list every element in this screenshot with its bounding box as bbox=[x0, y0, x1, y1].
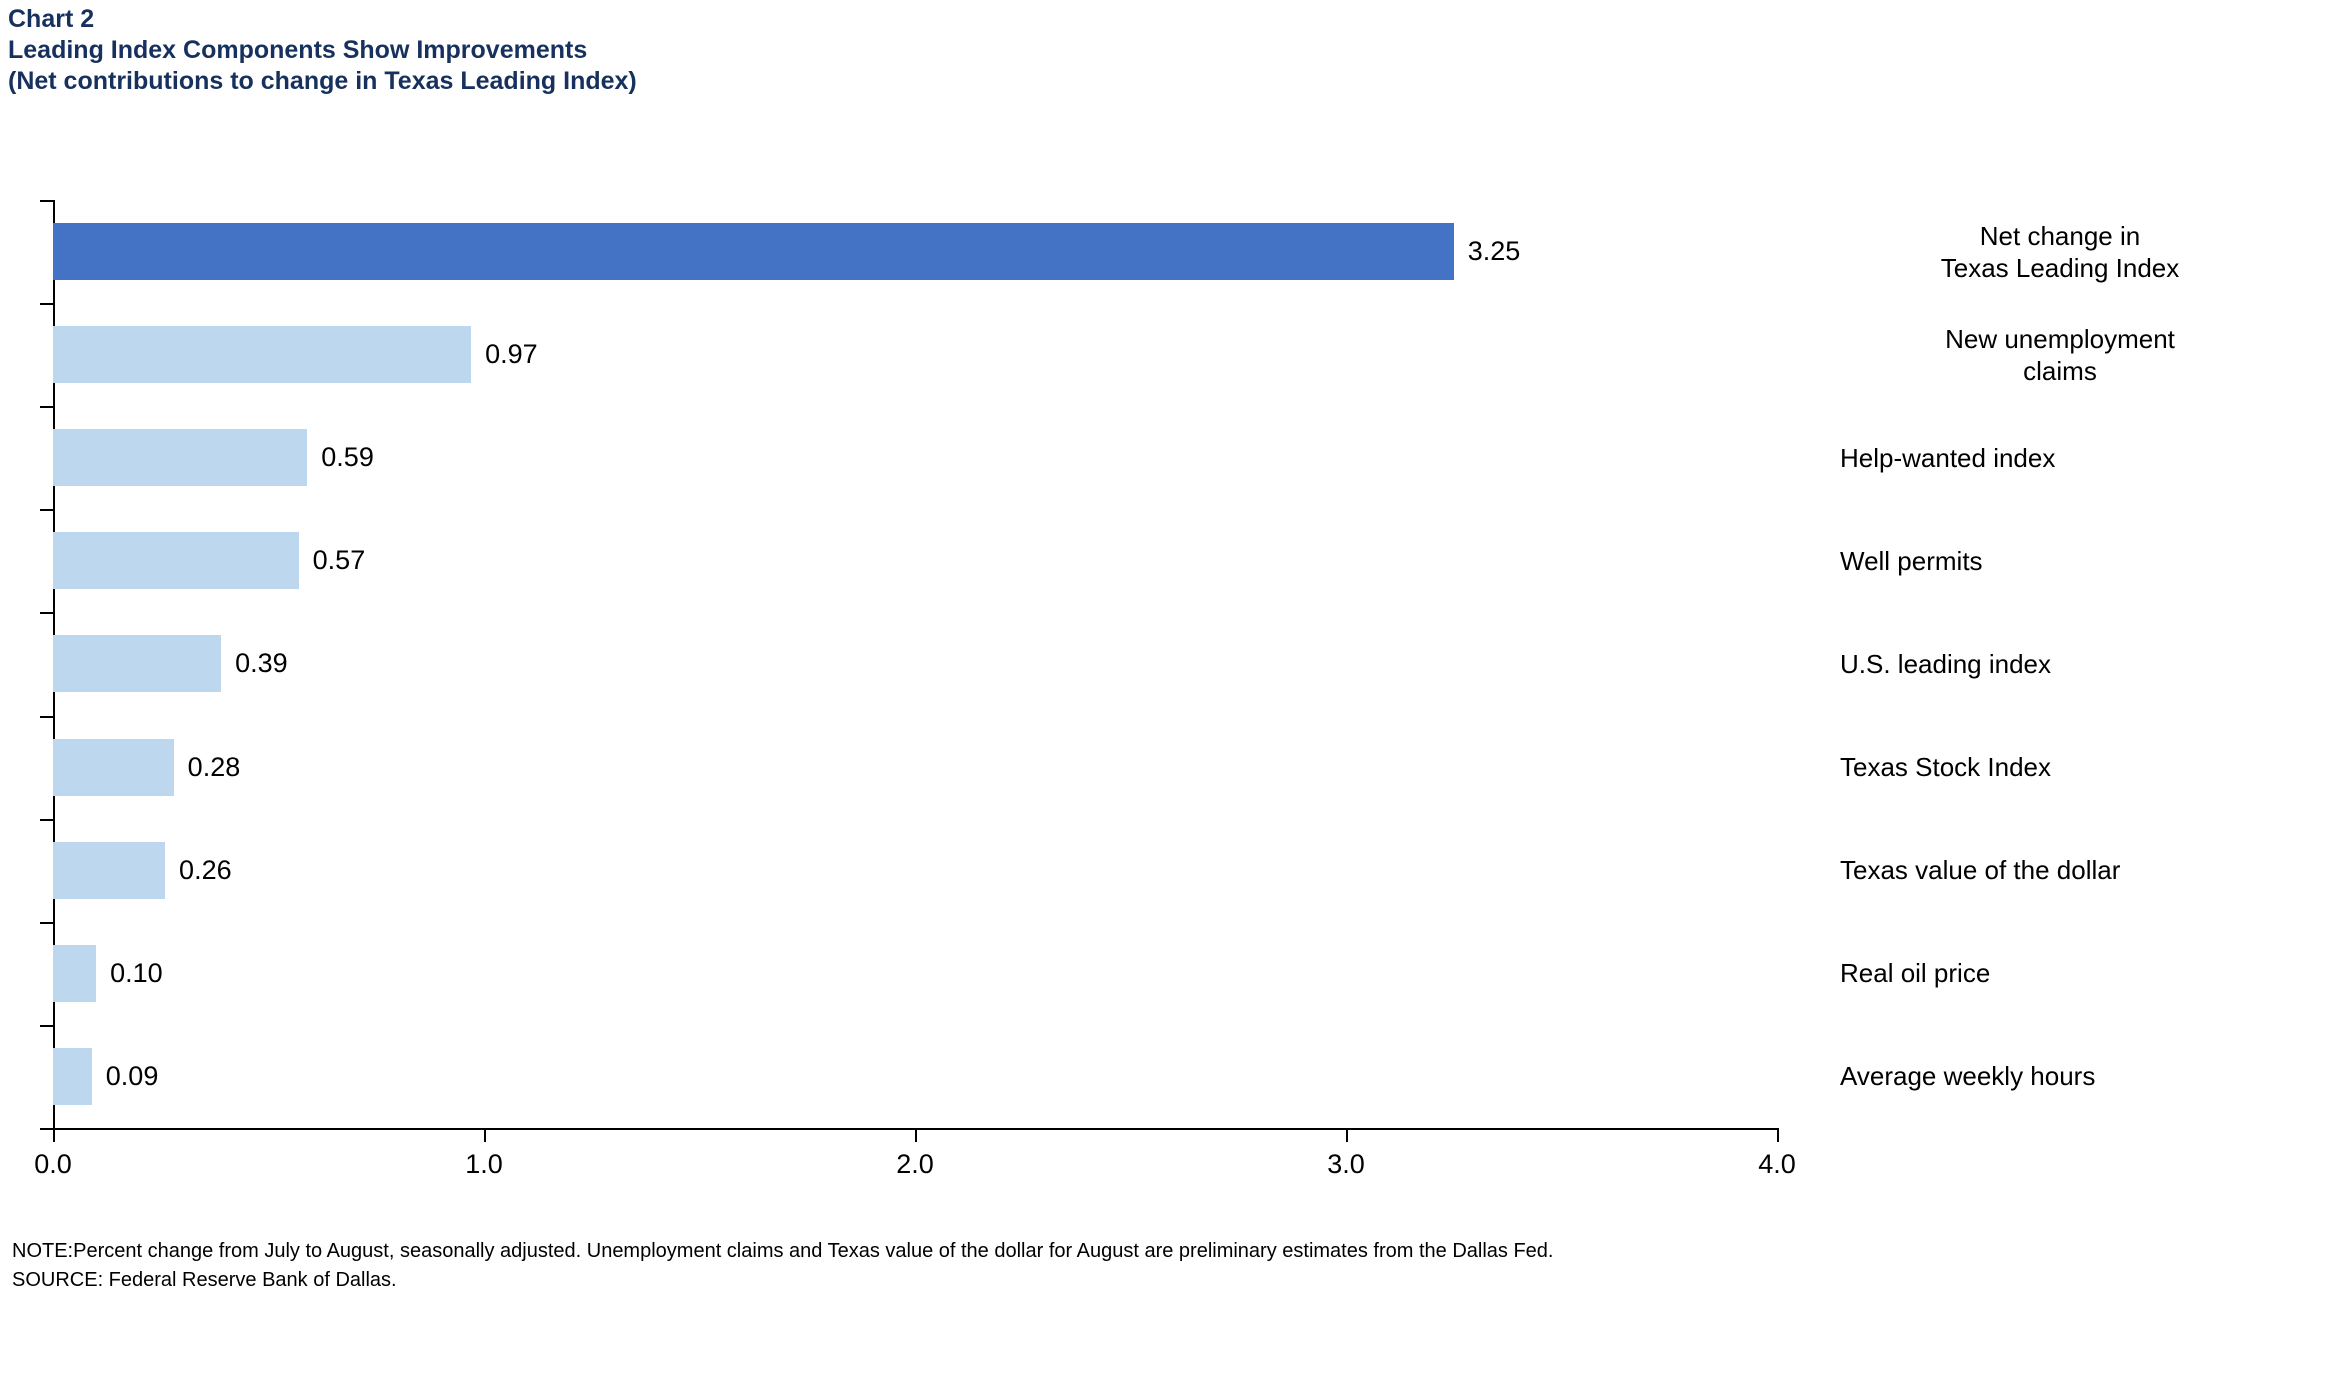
bar-row: 3.25 bbox=[53, 200, 1777, 303]
category-label: Texas value of the dollar bbox=[1840, 854, 2280, 886]
bar-row: 0.57 bbox=[53, 509, 1777, 612]
bar-chart: 0.0 1.0 2.0 3.0 4.0 3.25 0.97 0.59 0.57 0.39 0.28… bbox=[0, 0, 2328, 1375]
y-axis-tick bbox=[40, 921, 53, 924]
bar-value-label: 0.10 bbox=[110, 957, 163, 988]
bar-value-label: 3.25 bbox=[1467, 236, 1521, 266]
bar-row: 0.39 bbox=[53, 612, 1777, 715]
category-label-line: Texas value of the dollar bbox=[1840, 855, 2121, 886]
x-axis-tick-label: 3.0 bbox=[1327, 1149, 1365, 1179]
bar-row: 0.28 bbox=[53, 716, 1777, 819]
category-label-line: claims bbox=[2023, 355, 2097, 386]
y-axis-tick bbox=[40, 818, 53, 821]
x-axis-tick bbox=[53, 1128, 55, 1142]
x-axis-tick-label: 2.0 bbox=[896, 1149, 934, 1179]
bar-value-label: 0.26 bbox=[179, 854, 232, 885]
category-label: Average weekly hours bbox=[1840, 1060, 2280, 1092]
category-label: U.S. leading index bbox=[1840, 648, 2280, 680]
x-axis-tick bbox=[915, 1128, 917, 1142]
source-text: SOURCE: Federal Reserve Bank of Dallas. bbox=[12, 1269, 397, 1291]
category-label: New unemployment claims bbox=[1840, 323, 2280, 387]
category-label-line: Texas Leading Index bbox=[1940, 252, 2180, 283]
bar bbox=[53, 532, 299, 590]
bar-row: 0.97 bbox=[53, 303, 1777, 406]
footnotes: NOTE:Percent change from July to August,… bbox=[12, 1237, 2212, 1295]
bar bbox=[53, 944, 97, 1002]
category-label-line: Well permits bbox=[1840, 545, 1983, 576]
bar bbox=[53, 429, 308, 487]
bar-value-label: 0.59 bbox=[321, 442, 374, 473]
y-axis-tick bbox=[40, 406, 53, 409]
category-label-line: Real oil price bbox=[1840, 958, 1991, 989]
category-label: Real oil price bbox=[1840, 957, 2280, 989]
category-label-line: Help-wanted index bbox=[1840, 442, 2056, 473]
bar bbox=[53, 1047, 92, 1105]
y-axis-tick bbox=[40, 1127, 53, 1130]
x-axis-tick-label: 1.0 bbox=[465, 1149, 503, 1179]
bar-row: 0.10 bbox=[53, 922, 1777, 1025]
x-axis-tick bbox=[1777, 1128, 1779, 1142]
category-label-line: New unemployment bbox=[1945, 323, 2175, 354]
category-label: Help-wanted index bbox=[1840, 442, 2280, 474]
category-label-line: Net change in bbox=[1979, 220, 2141, 251]
y-axis-tick bbox=[40, 200, 53, 202]
bar-value-label: 0.39 bbox=[235, 648, 288, 679]
bar-row: 0.26 bbox=[53, 819, 1777, 922]
bar bbox=[53, 841, 166, 899]
bar-value-label: 0.09 bbox=[105, 1060, 159, 1091]
category-label-line: U.S. leading index bbox=[1840, 648, 2052, 679]
bar bbox=[53, 223, 1454, 280]
bar-value-label: 0.97 bbox=[485, 339, 538, 370]
x-axis-tick-label: 4.0 bbox=[1758, 1149, 1796, 1179]
y-axis-tick bbox=[40, 303, 53, 306]
x-axis-tick bbox=[1346, 1128, 1348, 1142]
category-label-line: Average weekly hours bbox=[1840, 1061, 2096, 1092]
bar-row: 0.59 bbox=[53, 406, 1777, 509]
y-axis-tick bbox=[40, 1024, 53, 1027]
y-axis-tick bbox=[40, 612, 53, 615]
bar-value-label: 0.28 bbox=[187, 751, 241, 782]
bar-row: 0.09 bbox=[53, 1025, 1777, 1128]
bar bbox=[53, 738, 174, 796]
bar bbox=[53, 326, 472, 384]
category-label: Well permits bbox=[1840, 545, 2280, 577]
x-axis-tick-label: 0.0 bbox=[34, 1149, 72, 1179]
bar-value-label: 0.57 bbox=[312, 545, 366, 576]
category-label: Texas Stock Index bbox=[1840, 751, 2280, 783]
bar bbox=[53, 635, 222, 693]
category-label: Net change in Texas Leading Index bbox=[1840, 220, 2280, 284]
y-axis-tick bbox=[40, 715, 53, 718]
y-axis-tick bbox=[40, 509, 53, 512]
x-axis-tick bbox=[484, 1128, 486, 1142]
note-text: NOTE:Percent change from July to August,… bbox=[12, 1240, 1554, 1262]
category-label-line: Texas Stock Index bbox=[1840, 752, 2051, 783]
